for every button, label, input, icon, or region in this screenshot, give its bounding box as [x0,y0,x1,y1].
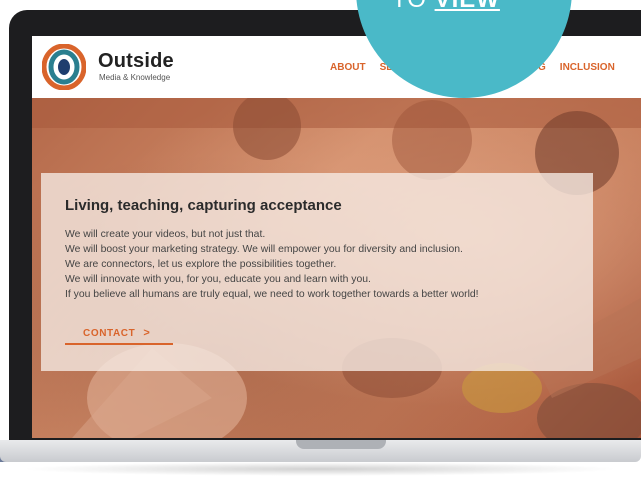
hero-card: Living, teaching, capturing acceptance W… [41,173,593,371]
nav-item-inclusion[interactable]: INCLUSION [560,62,615,73]
hero-text-line: If you believe all humans are truly equa… [65,289,479,300]
chevron-right-icon: > [143,327,151,339]
brand-name[interactable]: Outside [98,50,174,73]
view-badge-link[interactable]: VIEW [435,0,500,13]
outside-logo-icon[interactable] [42,44,86,90]
laptop-shadow [20,462,620,476]
nav-item-about[interactable]: ABOUT [330,62,366,73]
contact-button-label: CONTACT [83,327,136,339]
hero-text-line: We will boost your marketing strategy. W… [65,244,463,255]
hero-text-line: We will create your videos, but not just… [65,229,266,240]
hero-text-line: We will innovate with you, for you, educ… [65,274,371,285]
view-badge-prefix: TO [392,0,427,13]
hero-text-line: We are connectors, let us explore the po… [65,259,337,270]
hero-section: Living, teaching, capturing acceptance W… [32,98,641,438]
hero-title: Living, teaching, capturing acceptance [65,197,342,214]
brand-tagline: Media & Knowledge [99,73,171,82]
view-badge-text[interactable]: TO VIEW [392,0,500,14]
contact-button[interactable]: CONTACT > [65,323,173,345]
laptop-notch [296,440,386,449]
hero-text: We will create your videos, but not just… [65,227,479,302]
laptop-screen: Outside Media & Knowledge ABOUT SE BLOG … [32,36,641,438]
